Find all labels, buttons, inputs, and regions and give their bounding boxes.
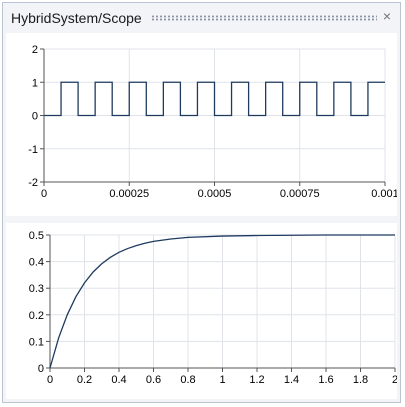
y-tick-label: 0	[38, 363, 44, 375]
y-tick-label: 0.2	[29, 310, 44, 322]
x-tick-label: 1.8	[353, 374, 368, 386]
x-tick-label: 0.00025	[109, 188, 149, 200]
y-tick-label: -1	[28, 144, 38, 156]
step-response-chart: 0 0.2 0.4 0.6 0.8 1 1.2 1.4 1.6 1.8 2 0 0.1 0.2 0.3 0.4…	[29, 230, 398, 386]
scope-charts: 0 0.00025 0.0005 0.00075 0.001 -2 -1 0 1 2 0 0.2 0.…	[6, 44, 399, 386]
y-tick-label: 0.3	[29, 283, 44, 295]
square-wave-chart: 0 0.00025 0.0005 0.00075 0.001 -2 -1 0 1 2	[28, 44, 399, 200]
close-icon[interactable]: ×	[380, 9, 394, 23]
scope-window: HybridSystem/Scope × 0 0.00025 0.0005 0.000…	[2, 2, 401, 403]
y-tick-label: 2	[32, 44, 38, 56]
x-tick-label: 1	[219, 374, 225, 386]
y-tick-label: 0.4	[29, 257, 44, 269]
x-tick-label: 0.00075	[280, 188, 320, 200]
y-tick-label: 0	[32, 111, 38, 123]
window-title: HybridSystem/Scope	[11, 10, 142, 26]
x-tick-label: 1.4	[284, 374, 299, 386]
title-bar[interactable]: HybridSystem/Scope ×	[3, 3, 400, 33]
y-tick-label: -2	[28, 177, 38, 189]
series-line	[44, 81, 385, 117]
y-tick-label: 0.5	[29, 230, 44, 242]
plot-divider[interactable]	[6, 216, 397, 223]
x-tick-label: 2	[392, 374, 397, 386]
x-tick-label: 0.6	[146, 374, 161, 386]
plot-area: 0 0.00025 0.0005 0.00075 0.001 -2 -1 0 1 2 0 0.2 0.…	[6, 33, 399, 399]
x-tick-label: 0.001	[371, 188, 397, 200]
x-tick-label: 0.0005	[198, 188, 232, 200]
x-tick-label: 0.8	[180, 374, 195, 386]
x-tick-label: 0	[41, 188, 47, 200]
x-tick-label: 1.6	[318, 374, 333, 386]
y-tick-label: 0.1	[29, 336, 44, 348]
drag-grip-handle[interactable]	[151, 15, 377, 21]
x-tick-label: 0	[47, 374, 53, 386]
x-tick-label: 1.2	[249, 374, 264, 386]
x-tick-label: 0.4	[111, 374, 126, 386]
x-tick-label: 0.2	[77, 374, 92, 386]
y-tick-label: 1	[32, 77, 38, 89]
